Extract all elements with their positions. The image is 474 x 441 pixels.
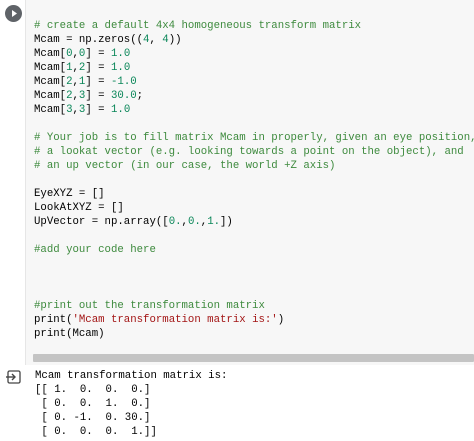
code-token: ] = bbox=[85, 90, 111, 102]
code-token: Mcam[ bbox=[34, 76, 67, 88]
output-line: [ 0. 0. 0. 1.]] bbox=[35, 426, 157, 438]
code-token: 1.0 bbox=[111, 62, 131, 74]
code-token: Mcam[ bbox=[34, 48, 67, 60]
code-token: LookAtXYZ = [] bbox=[34, 202, 124, 214]
code-token: ] = bbox=[85, 62, 111, 74]
code-token: , bbox=[149, 34, 163, 46]
output-line: Mcam transformation matrix is: bbox=[35, 370, 228, 382]
code-line: UpVector = np.array([0.,0.,1.]) bbox=[34, 215, 474, 229]
code-line: Mcam[0,0] = 1.0 bbox=[34, 47, 474, 61]
code-line: print('Mcam transformation matrix is:') bbox=[34, 313, 474, 327]
code-line: EyeXYZ = [] bbox=[34, 187, 474, 201]
code-line: #print out the transformation matrix bbox=[34, 299, 474, 313]
code-token: ; bbox=[136, 90, 144, 102]
code-token: #print out the transformation matrix bbox=[34, 300, 265, 312]
code-token: ] = bbox=[85, 104, 111, 116]
output-line: [ 0. -1. 0. 30.] bbox=[35, 412, 151, 424]
code-token: 0. bbox=[168, 216, 182, 228]
output-arrow-icon bbox=[6, 370, 21, 384]
code-token: 30.0 bbox=[111, 90, 137, 102]
code-token: # create a default 4x4 homogeneous trans… bbox=[34, 20, 362, 32]
code-token: ] = bbox=[85, 76, 111, 88]
code-token: )) bbox=[168, 34, 182, 46]
code-token: print(Mcam) bbox=[34, 328, 105, 340]
code-line: LookAtXYZ = [] bbox=[34, 201, 474, 215]
output-line: [[ 1. 0. 0. 0.] bbox=[35, 384, 151, 396]
code-token: -1.0 bbox=[111, 76, 137, 88]
code-token: #add your code here bbox=[34, 244, 156, 256]
code-token: EyeXYZ = [] bbox=[34, 188, 105, 200]
code-token: ) bbox=[277, 314, 285, 326]
code-token: # Your job is to fill matrix Mcam in pro… bbox=[34, 132, 474, 144]
code-line: print(Mcam) bbox=[34, 327, 474, 341]
code-token: # an up vector (in our case, the world +… bbox=[34, 160, 336, 172]
code-token: UpVector = np.array([ bbox=[34, 216, 169, 228]
code-token: Mcam = np.zeros(( bbox=[34, 34, 144, 46]
code-token: print( bbox=[34, 314, 73, 326]
code-line: Mcam[2,3] = 30.0; bbox=[34, 89, 474, 103]
output-line: [ 0. 0. 1. 0.] bbox=[35, 398, 151, 410]
play-icon bbox=[12, 10, 17, 17]
code-token: ]) bbox=[220, 216, 233, 228]
cell-output: Mcam transformation matrix is: [[ 1. 0. 0… bbox=[35, 369, 227, 439]
code-token: Mcam[ bbox=[34, 62, 67, 74]
code-token: # a lookat vector (e.g. looking towards … bbox=[34, 146, 464, 158]
code-token: Mcam[ bbox=[34, 90, 67, 102]
code-cell[interactable]: # create a default 4x4 homogeneous trans… bbox=[25, 0, 474, 365]
code-token: 1.0 bbox=[111, 48, 131, 60]
run-cell-button[interactable] bbox=[5, 5, 22, 22]
code-token: Mcam[ bbox=[34, 104, 67, 116]
code-line: #add your code here bbox=[34, 243, 474, 257]
code-token: 1. bbox=[207, 216, 221, 228]
code-line: # create a default 4x4 homogeneous trans… bbox=[34, 19, 474, 33]
code-editor[interactable]: # create a default 4x4 homogeneous trans… bbox=[34, 19, 474, 341]
code-token: ] = bbox=[85, 48, 111, 60]
code-line: Mcam[3,3] = 1.0 bbox=[34, 103, 474, 117]
code-line: # an up vector (in our case, the world +… bbox=[34, 159, 474, 173]
horizontal-scrollbar[interactable] bbox=[33, 354, 474, 362]
code-line: # Your job is to fill matrix Mcam in pro… bbox=[34, 131, 474, 145]
code-line: # a lookat vector (e.g. looking towards … bbox=[34, 145, 474, 159]
code-line: Mcam[2,1] = -1.0 bbox=[34, 75, 474, 89]
code-token: 1.0 bbox=[111, 104, 131, 116]
code-line: Mcam[1,2] = 1.0 bbox=[34, 61, 474, 75]
code-token: 0. bbox=[187, 216, 201, 228]
code-line: Mcam = np.zeros((4, 4)) bbox=[34, 33, 474, 47]
code-token: 'Mcam transformation matrix is:' bbox=[72, 314, 278, 326]
